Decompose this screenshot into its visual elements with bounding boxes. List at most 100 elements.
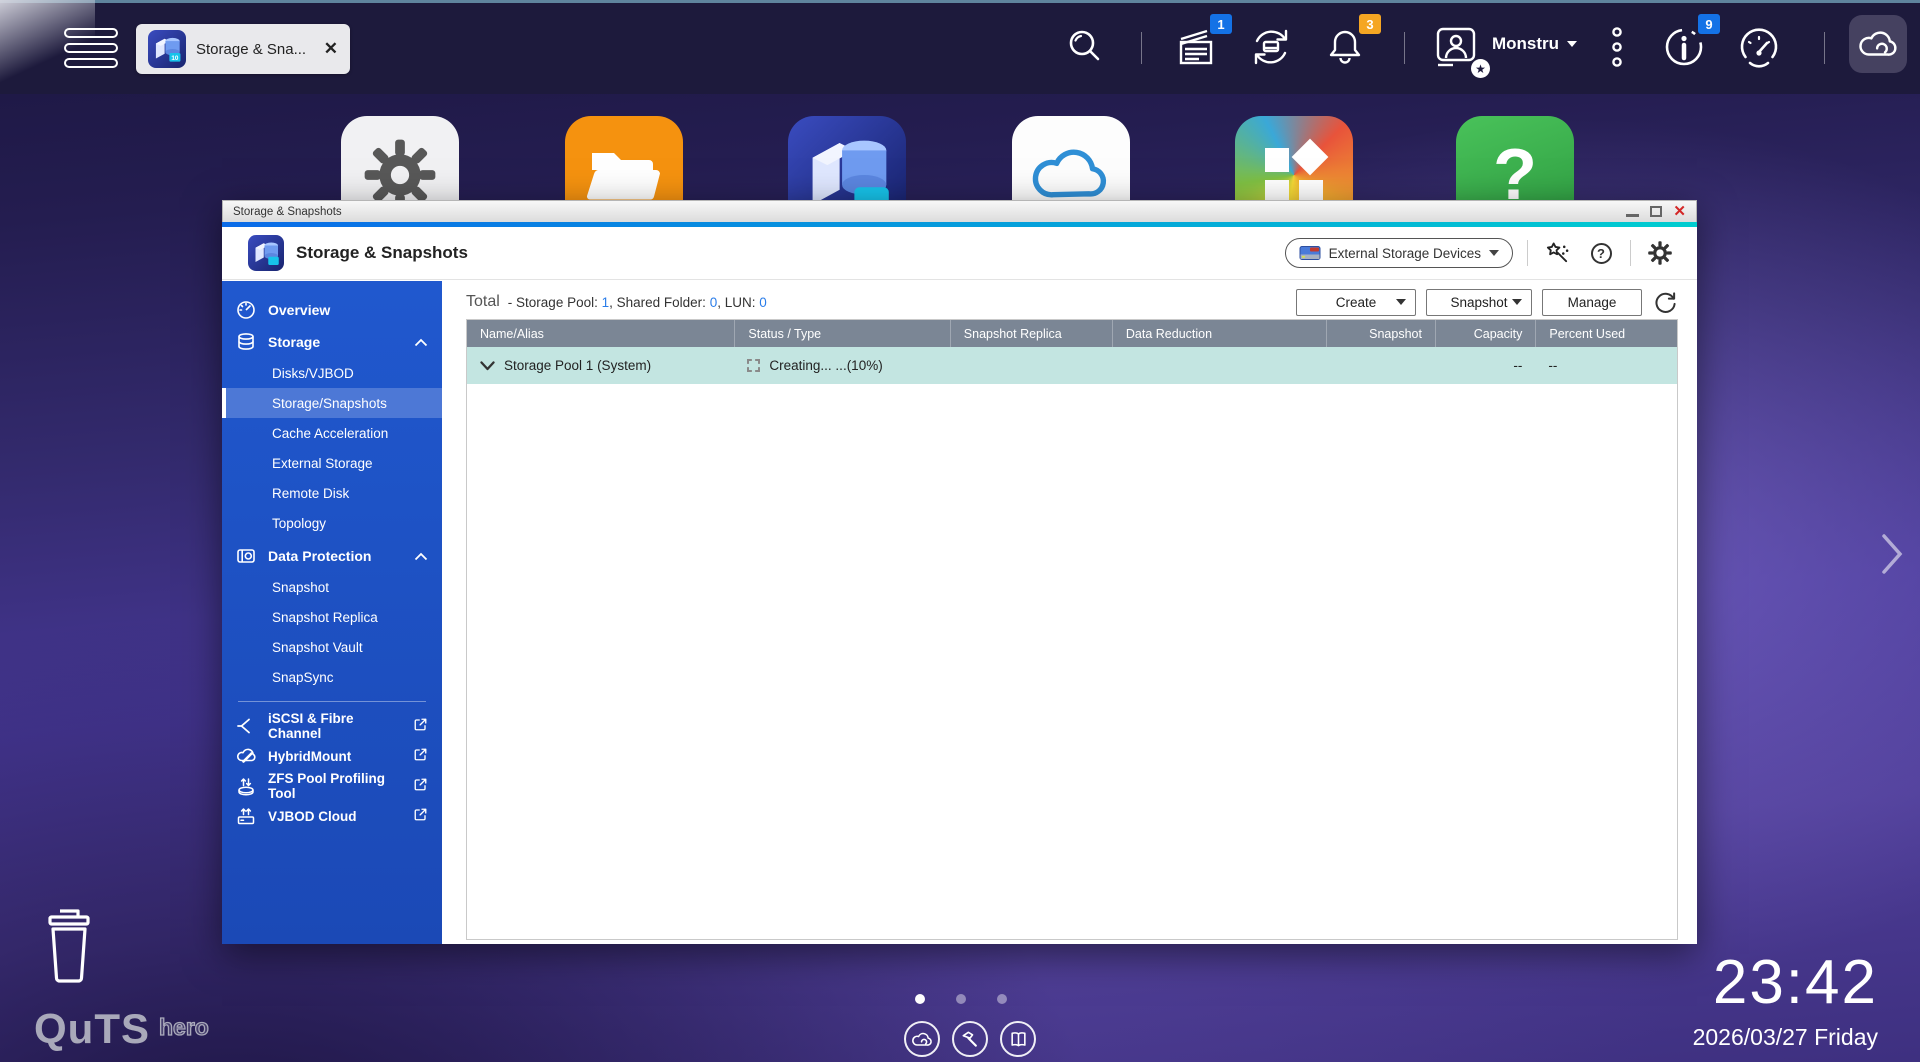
myqnapcloud-link-button[interactable] [904,1021,940,1057]
page-dot-2[interactable] [956,994,966,1004]
create-button[interactable]: Create [1296,288,1416,316]
settings-button[interactable] [1645,238,1675,268]
sidebar-group-data-protection[interactable]: Data Protection [222,540,442,572]
cell-data-reduction [1112,347,1326,384]
window-header: Storage & Snapshots External Storage Dev… [222,227,1697,280]
minimize-button[interactable] [1626,213,1640,217]
snapshot-button[interactable]: Snapshot [1426,288,1532,316]
book-icon [1010,1031,1026,1046]
system-info-button[interactable]: 9 [1656,14,1720,76]
sidebar-item-snapshot-vault[interactable]: Snapshot Vault [222,632,442,662]
maximize-button[interactable] [1650,206,1663,217]
gear-icon [1648,241,1672,265]
sidebar-item-overview[interactable]: Overview [222,294,442,326]
manage-button[interactable]: Manage [1542,288,1642,316]
help-icon: ? [1590,242,1612,264]
sync-backup-button[interactable] [1243,18,1299,76]
sidebar-item-disks-vjbod[interactable]: Disks/VJBOD [222,358,442,388]
sidebar-link-hybridmount[interactable]: HybridMount [222,741,442,771]
clock-time: 23:42 [1712,948,1878,1017]
column-header-snapshot-replica[interactable]: Snapshot Replica [949,320,1112,347]
window-title: Storage & Snapshots [233,205,342,218]
main-menu-button[interactable] [64,28,120,68]
close-button[interactable]: ✕ [1673,204,1686,219]
sidebar-link-iscsi-fibre-channel[interactable]: iSCSI & Fibre Channel [222,711,442,741]
sidebar-group-storage[interactable]: Storage [222,326,442,358]
external-link-icon [413,747,428,765]
logo-main-text: QuTS [34,1005,150,1052]
hamburger-icon [64,28,118,38]
device-selector-label: External Storage Devices [1328,245,1481,261]
taskbar-divider [1824,32,1825,64]
notifications-badge: 3 [1359,14,1381,34]
iscsi-icon [236,716,256,736]
drive-icon [1299,246,1321,260]
lun-count: 0 [759,294,767,310]
utilities-link-button[interactable] [952,1021,988,1057]
page-dot-1[interactable] [915,994,925,1004]
toolbar: Total - Storage Pool: 1, Shared Folder: … [466,287,1678,317]
chevron-right-icon [1882,534,1903,574]
sidebar-item-snapsync[interactable]: SnapSync [222,662,442,692]
total-label: Total [466,293,500,310]
sidebar-link-zfs-pool-profiling-tool[interactable]: ZFS Pool Profiling Tool [222,771,442,801]
sidebar-item-cache-acceleration[interactable]: Cache Acceleration [222,418,442,448]
trash-icon [48,909,90,983]
column-header-percent-used[interactable]: Percent Used [1535,320,1677,347]
desktop-next-page-button[interactable] [1878,530,1906,583]
background-tasks-button[interactable]: 1 [1168,14,1232,76]
notifications-button[interactable]: 3 [1317,14,1381,76]
cell-percent-used: -- [1548,358,1558,373]
column-header-data-reduction[interactable]: Data Reduction [1111,320,1326,347]
cell-status: Creating... ...(10%) [734,347,949,384]
refresh-button[interactable] [1652,289,1678,315]
cell-snapshot [1326,347,1435,384]
myqnapcloud-button[interactable] [1849,15,1907,73]
refresh-icon [1654,291,1676,313]
sidebar-item-remote-disk[interactable]: Remote Disk [222,478,442,508]
sidebar-item-topology[interactable]: Topology [222,508,442,538]
more-options-button[interactable] [1589,18,1645,76]
data-protection-icon [236,546,256,566]
table-row-storage-pool-1[interactable]: Storage Pool 1 (System) Creating... ...(… [467,347,1677,384]
sidebar: Overview Storage Disks/VJBOD Storage/Sna… [222,281,442,944]
sidebar-divider [238,701,426,702]
resource-monitor-button[interactable] [1731,18,1787,76]
storage-summary: - Storage Pool: 1, Shared Folder: 0, LUN… [507,294,767,310]
vertical-dots-icon [1612,27,1622,67]
sidebar-item-snapshot-replica[interactable]: Snapshot Replica [222,602,442,632]
main-content: Total - Storage Pool: 1, Shared Folder: … [442,281,1697,944]
tab-close-icon[interactable]: ✕ [324,39,338,59]
search-icon [1069,30,1100,61]
header-divider [1630,240,1631,266]
external-storage-devices-dropdown[interactable]: External Storage Devices [1284,238,1513,268]
sidebar-item-external-storage[interactable]: External Storage [222,448,442,478]
column-header-name-alias[interactable]: Name/Alias [467,320,734,347]
chevron-down-icon [1567,41,1578,47]
table-header: Name/Alias Status / Type Snapshot Replic… [467,320,1677,347]
cell-name: Storage Pool 1 (System) [467,347,734,384]
sidebar-item-storage-snapshots[interactable]: Storage/Snapshots [222,388,442,418]
external-link-icon [413,807,428,825]
global-search-button[interactable] [1057,18,1113,76]
tasks-badge: 1 [1210,14,1232,34]
help-button[interactable]: ? [1586,238,1616,268]
expand-chevron-icon[interactable] [480,360,495,371]
recommendation-wizard-button[interactable] [1542,238,1572,268]
taskbar-tab-storage-snapshots[interactable]: 10 Storage & Sna... ✕ [136,24,350,74]
page-dot-3[interactable] [997,994,1007,1004]
column-header-capacity[interactable]: Capacity [1434,320,1535,347]
taskbar: 10 Storage & Sna... ✕ 1 3 ★ Monstru 9 [0,0,1920,94]
tutorials-link-button[interactable] [1000,1021,1036,1057]
user-star-badge: ★ [1471,59,1490,78]
column-header-snapshot[interactable]: Snapshot [1326,320,1435,347]
header-divider [1527,240,1528,266]
chevron-down-icon [1512,299,1522,305]
user-menu-button[interactable]: ★ [1428,18,1490,78]
recycle-bin[interactable] [38,903,100,990]
user-name[interactable]: Monstru [1492,34,1578,54]
column-header-status-type[interactable]: Status / Type [734,320,949,347]
sidebar-item-snapshot[interactable]: Snapshot [222,572,442,602]
sidebar-link-vjbod-cloud[interactable]: VJBOD Cloud [222,801,442,831]
window-titlebar[interactable]: Storage & Snapshots ✕ [222,200,1697,222]
